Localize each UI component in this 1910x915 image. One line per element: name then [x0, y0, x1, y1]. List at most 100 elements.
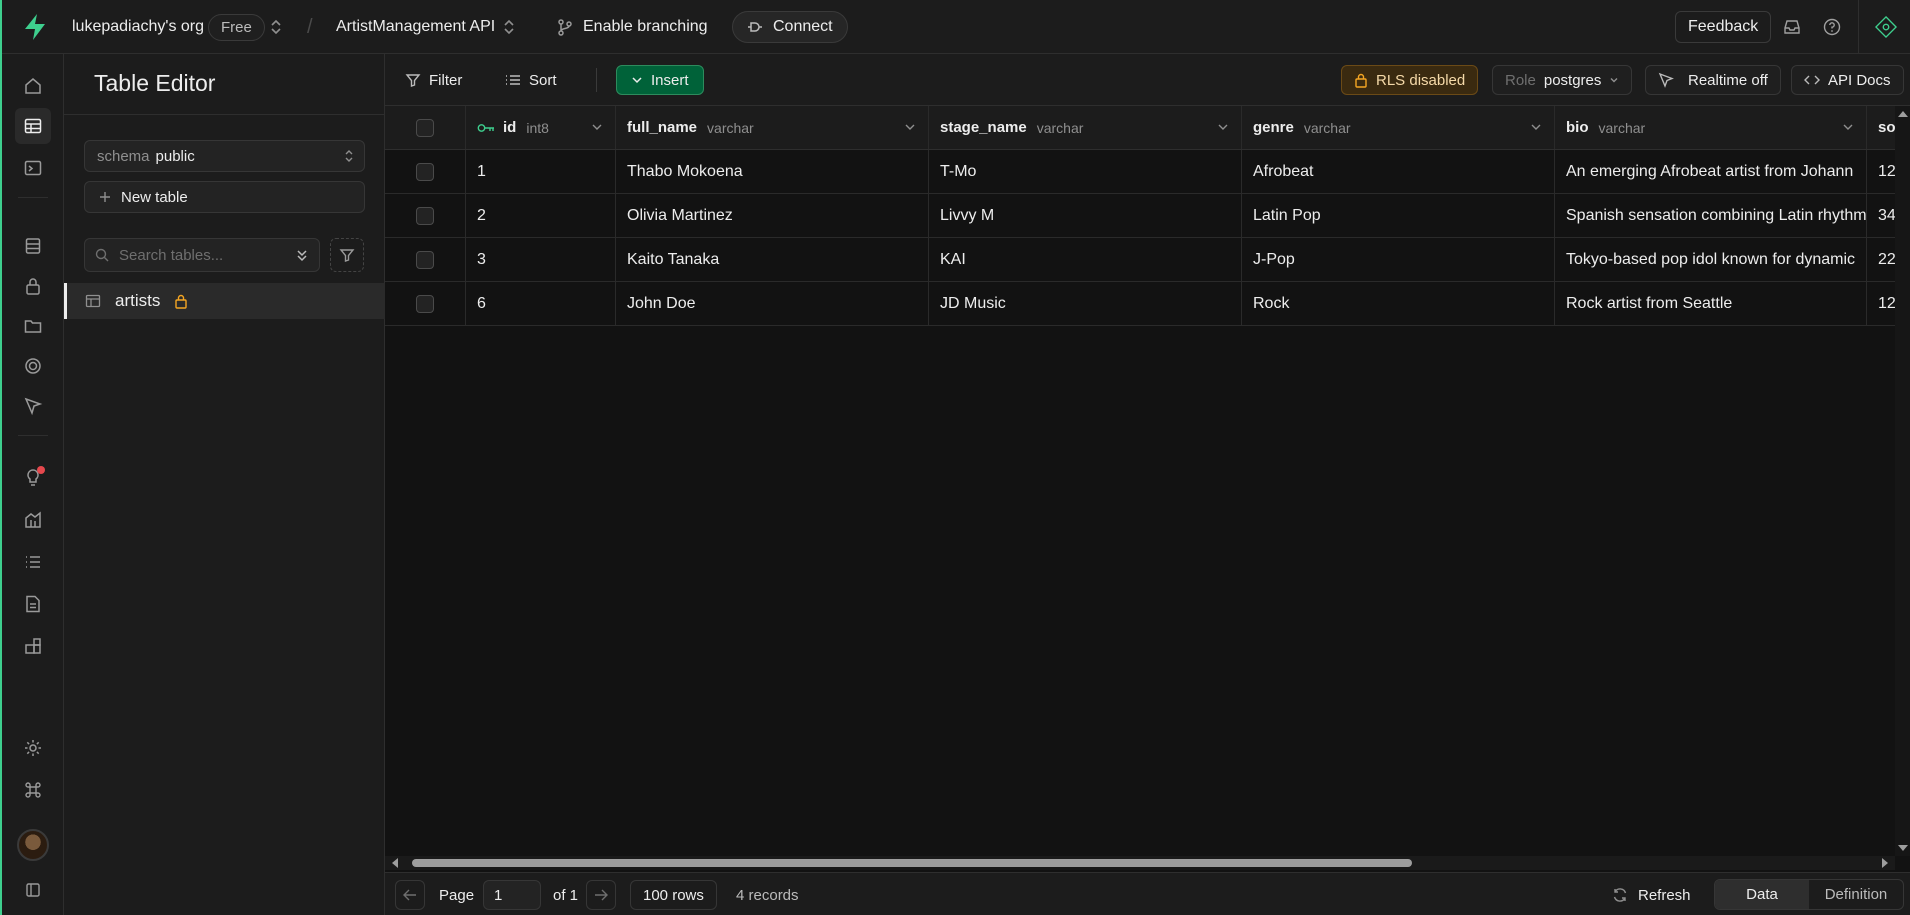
home-icon[interactable] — [15, 68, 51, 104]
cell-bio[interactable]: Spanish sensation combining Latin rhythm — [1555, 194, 1867, 237]
connect-button[interactable]: Connect — [732, 11, 848, 43]
cell-so[interactable]: 34 — [1867, 194, 1895, 237]
cell-genre[interactable]: Afrobeat — [1242, 150, 1555, 193]
cell-full-name[interactable]: Thabo Mokoena — [616, 150, 929, 193]
project-switcher-icon[interactable] — [503, 0, 515, 54]
database-icon[interactable] — [15, 228, 51, 264]
collapse-sidebar-icon[interactable] — [15, 872, 51, 908]
org-name[interactable]: lukepadiachy's org — [72, 0, 204, 54]
user-avatar[interactable] — [17, 829, 49, 861]
chevrons-down-icon[interactable] — [295, 248, 309, 262]
cell-full-name[interactable]: Kaito Tanaka — [616, 238, 929, 281]
auth-lock-icon[interactable] — [15, 268, 51, 304]
scroll-left-arrow-icon[interactable] — [391, 858, 399, 868]
search-tables-input[interactable] — [119, 246, 279, 264]
table-editor-icon[interactable] — [15, 108, 51, 144]
advisors-lightbulb-icon[interactable] — [15, 460, 51, 496]
column-header-genre[interactable]: genre varchar — [1242, 106, 1555, 149]
sql-editor-icon[interactable] — [15, 150, 51, 186]
cell-bio[interactable]: Tokyo-based pop idol known for dynamic — [1555, 238, 1867, 281]
realtime-toggle-button[interactable]: Realtime off — [1645, 65, 1781, 95]
tab-data[interactable]: Data — [1715, 880, 1809, 909]
column-header-so[interactable]: so — [1867, 106, 1895, 149]
command-icon[interactable] — [15, 772, 51, 808]
refresh-button[interactable]: Refresh — [1612, 880, 1691, 910]
edge-functions-cursor-icon[interactable] — [15, 388, 51, 424]
cell-stage-name[interactable]: JD Music — [929, 282, 1242, 325]
rows-per-page-button[interactable]: 100 rows — [630, 880, 717, 910]
chevron-down-icon[interactable] — [1217, 121, 1229, 133]
table-row: 6 John Doe JD Music Rock Rock artist from Se… — [385, 282, 1895, 326]
cell-id[interactable]: 3 — [466, 238, 616, 281]
horizontal-scroll-thumb[interactable] — [412, 859, 1412, 867]
filter-tables-button[interactable] — [330, 238, 364, 272]
logs-list-icon[interactable] — [15, 544, 51, 580]
integrations-icon[interactable] — [15, 628, 51, 664]
row-checkbox[interactable] — [416, 294, 434, 313]
cell-id[interactable]: 6 — [466, 282, 616, 325]
cell-id[interactable]: 1 — [466, 150, 616, 193]
reports-chart-icon[interactable] — [15, 502, 51, 538]
row-checkbox[interactable] — [416, 162, 434, 181]
api-docs-button[interactable]: API Docs — [1791, 65, 1904, 95]
cell-stage-name[interactable]: Livvy M — [929, 194, 1242, 237]
row-checkbox[interactable] — [416, 250, 434, 269]
role-selector[interactable]: Role postgres — [1492, 65, 1633, 95]
select-all-checkbox[interactable] — [416, 118, 434, 137]
scroll-right-arrow-icon[interactable] — [1881, 858, 1889, 868]
org-switcher-icon[interactable] — [270, 0, 282, 54]
api-docs-file-icon[interactable] — [15, 586, 51, 622]
cell-so[interactable]: 12 — [1867, 282, 1895, 325]
horizontal-scrollbar[interactable] — [385, 856, 1895, 870]
project-name[interactable]: ArtistManagement API — [336, 0, 495, 54]
enable-branching-button[interactable]: Enable branching — [557, 0, 708, 54]
cell-so[interactable]: 22 — [1867, 238, 1895, 281]
filter-label: Filter — [429, 71, 463, 89]
new-table-button[interactable]: New table — [84, 181, 365, 213]
column-header-full-name[interactable]: full_name varchar — [616, 106, 929, 149]
cell-id[interactable]: 2 — [466, 194, 616, 237]
rls-disabled-button[interactable]: RLS disabled — [1341, 65, 1479, 95]
schema-selector[interactable]: schema public — [84, 140, 365, 172]
chevron-down-icon[interactable] — [904, 121, 916, 133]
scroll-up-arrow-icon[interactable] — [1898, 110, 1908, 118]
filter-button[interactable]: Filter — [405, 65, 462, 95]
row-select-cell — [385, 150, 466, 193]
cell-so[interactable]: 12 — [1867, 150, 1895, 193]
next-page-button[interactable] — [586, 880, 616, 910]
page-number-input[interactable] — [483, 880, 541, 910]
sort-label: Sort — [529, 71, 557, 89]
sort-button[interactable]: Sort — [505, 65, 557, 95]
supabase-logo-icon[interactable] — [20, 12, 50, 42]
cell-genre[interactable]: Rock — [1242, 282, 1555, 325]
feedback-button[interactable]: Feedback — [1675, 11, 1772, 43]
column-header-id[interactable]: id int8 — [466, 106, 616, 149]
chevron-down-icon[interactable] — [591, 121, 603, 133]
storage-folder-icon[interactable] — [15, 308, 51, 344]
cell-bio[interactable]: An emerging Afrobeat artist from Johann — [1555, 150, 1867, 193]
cell-stage-name[interactable]: T-Mo — [929, 150, 1242, 193]
chevron-down-icon[interactable] — [1842, 121, 1854, 133]
unlock-icon — [1354, 72, 1368, 88]
cell-stage-name[interactable]: KAI — [929, 238, 1242, 281]
vertical-scrollbar[interactable] — [1895, 106, 1910, 856]
tab-definition[interactable]: Definition — [1809, 880, 1903, 909]
column-header-bio[interactable]: bio varchar — [1555, 106, 1867, 149]
help-icon[interactable] — [1821, 16, 1843, 38]
assistant-icon[interactable] — [1875, 15, 1897, 39]
chevron-down-icon[interactable] — [1530, 121, 1542, 133]
cell-genre[interactable]: J-Pop — [1242, 238, 1555, 281]
cell-full-name[interactable]: Olivia Martinez — [616, 194, 929, 237]
insert-button[interactable]: Insert — [616, 65, 704, 95]
realtime-icon[interactable] — [15, 348, 51, 384]
settings-gear-icon[interactable] — [15, 730, 51, 766]
column-header-stage-name[interactable]: stage_name varchar — [929, 106, 1242, 149]
sidebar-item-artists[interactable]: artists — [64, 283, 385, 319]
cell-bio[interactable]: Rock artist from Seattle — [1555, 282, 1867, 325]
cell-genre[interactable]: Latin Pop — [1242, 194, 1555, 237]
inbox-icon[interactable] — [1781, 16, 1803, 38]
previous-page-button[interactable] — [395, 880, 425, 910]
scroll-down-arrow-icon[interactable] — [1898, 844, 1908, 852]
row-checkbox[interactable] — [416, 206, 434, 225]
cell-full-name[interactable]: John Doe — [616, 282, 929, 325]
